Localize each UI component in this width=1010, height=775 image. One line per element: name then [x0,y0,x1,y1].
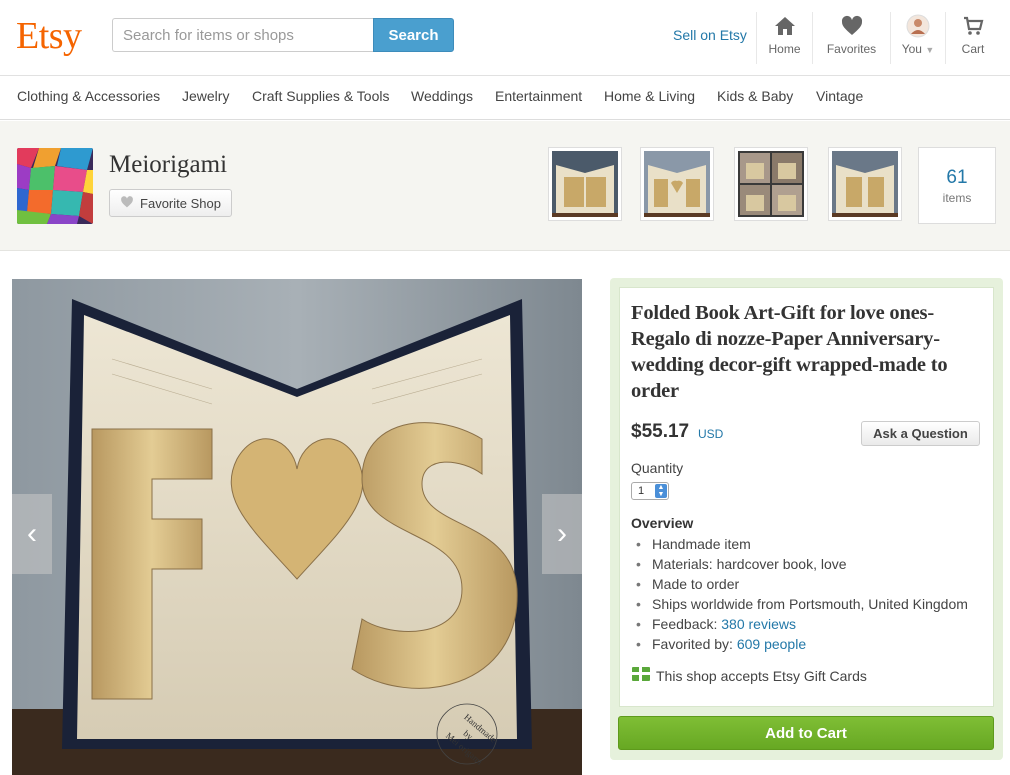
nav-cart-label: Cart [961,42,985,56]
nav-favorites[interactable]: Favorites [812,12,890,64]
list-item: Made to order [636,574,968,594]
listing-price: $55.17 [631,421,690,442]
currency-link[interactable]: USD [698,427,723,441]
overview-list: Handmade item Materials: hardcover book,… [636,534,968,654]
previous-image-arrow[interactable]: ‹ [12,494,52,574]
add-to-cart-button[interactable]: Add to Cart [618,716,994,750]
site-header: Etsy Search Sell on Etsy Home Favorites … [0,0,1010,76]
category-nav: Clothing & Accessories Jewelry Craft Sup… [0,76,1010,120]
nav-you[interactable]: You ▼ [890,12,945,64]
heart-icon [120,195,134,211]
shop-avatar[interactable] [17,148,93,224]
favorite-shop-label: Favorite Shop [140,195,221,211]
category-link[interactable]: Vintage [816,88,863,104]
category-link[interactable]: Clothing & Accessories [17,88,160,104]
list-item: Materials: hardcover book, love [636,554,968,574]
home-icon [757,14,812,38]
list-item: Handmade item [636,534,968,554]
shop-item-thumbnail[interactable] [828,147,902,221]
chevron-left-icon: ‹ [27,517,37,550]
cart-icon [946,14,1000,38]
gift-card-icon [632,667,650,684]
quantity-value: 1 [638,485,645,497]
quantity-label: Quantity [631,460,684,476]
shop-item-thumbnail[interactable] [734,147,808,221]
nav-favorites-label: Favorites [826,42,877,56]
favorite-shop-button[interactable]: Favorite Shop [109,189,232,217]
next-image-arrow[interactable]: › [542,494,582,574]
quantity-select[interactable]: 1 ▲ ▼ [631,482,669,500]
spinner-icon: ▲ ▼ [655,484,667,498]
category-link[interactable]: Craft Supplies & Tools [252,88,389,104]
category-link[interactable]: Home & Living [604,88,695,104]
shop-item-thumbnail[interactable] [640,147,714,221]
caret-down-icon: ▼ [925,45,935,55]
avatar [891,14,945,38]
heart-icon [813,14,890,38]
gift-card-text: This shop accepts Etsy Gift Cards [656,667,867,684]
shop-item-count[interactable]: 61 items [918,147,996,224]
overview-heading: Overview [631,515,694,531]
category-link[interactable]: Kids & Baby [717,88,793,104]
etsy-logo[interactable]: Etsy [16,14,82,58]
nav-home-label: Home [768,42,801,56]
search-input[interactable] [112,18,374,52]
nav-cart[interactable]: Cart [945,12,1000,64]
ask-question-button[interactable]: Ask a Question [861,421,980,446]
item-count-number: 61 [946,167,968,188]
category-link[interactable]: Weddings [411,88,473,104]
listing-main-image[interactable]: Handmade by Mei origami [12,279,582,775]
chevron-right-icon: › [557,517,567,550]
item-count-label: items [942,191,972,205]
nav-home[interactable]: Home [756,12,812,64]
gift-card-note: This shop accepts Etsy Gift Cards [632,667,867,684]
list-item: Favorited by: 609 people [636,634,968,654]
listing-title: Folded Book Art-Gift for love ones-Regal… [631,302,948,402]
list-item: Feedback: 380 reviews [636,614,968,634]
sell-on-etsy-link[interactable]: Sell on Etsy [673,27,747,43]
favorited-by-link[interactable]: 609 people [737,636,806,652]
shop-item-thumbnail[interactable] [548,147,622,221]
search-button[interactable]: Search [373,18,454,52]
category-link[interactable]: Entertainment [495,88,582,104]
shop-header: Meiorigami Favorite Shop 61 items [0,121,1010,251]
shop-name[interactable]: Meiorigami [109,151,227,179]
reviews-link[interactable]: 380 reviews [721,616,796,632]
category-link[interactable]: Jewelry [182,88,229,104]
nav-you-label: You ▼ [901,42,935,56]
list-item: Ships worldwide from Portsmouth, United … [636,594,968,614]
